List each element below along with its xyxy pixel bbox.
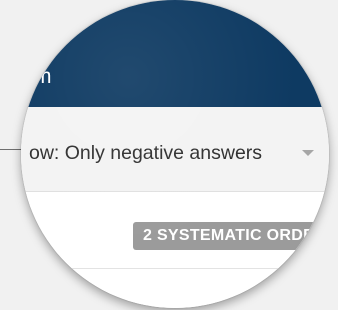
results-area: 2 SYSTEMATIC ORDE	[21, 192, 329, 308]
header-title-fragment: m	[34, 65, 52, 88]
magnified-content: m ow: Only negative answers 2 SYSTEMATIC…	[21, 0, 329, 308]
divider	[21, 268, 329, 269]
count-badge: 2 SYSTEMATIC ORDE	[133, 222, 325, 250]
filter-dropdown-label: ow: Only negative answers	[29, 142, 263, 164]
magnifier-lens: m ow: Only negative answers 2 SYSTEMATIC…	[21, 0, 329, 308]
chevron-down-icon[interactable]	[302, 150, 314, 156]
filter-dropdown[interactable]: ow: Only negative answers	[21, 107, 329, 192]
app-header: m	[21, 0, 329, 107]
